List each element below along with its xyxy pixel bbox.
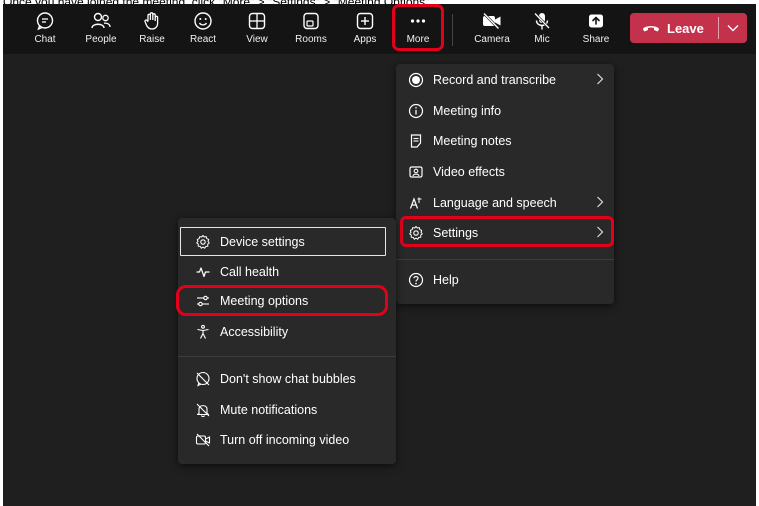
submenu-item-call-health[interactable]: Call health <box>195 257 390 287</box>
menu-item-language[interactable]: Language and speech <box>408 188 614 218</box>
chevron-right-icon <box>596 196 604 208</box>
menu-item-help[interactable]: Help <box>408 265 614 295</box>
bell-off-icon <box>195 402 211 418</box>
leave-button[interactable]: Leave <box>630 13 747 43</box>
gear-icon <box>408 225 424 241</box>
leave-options-button[interactable] <box>719 24 747 32</box>
rooms-icon <box>300 10 322 32</box>
accessibility-icon <box>195 324 211 340</box>
react-icon <box>192 10 214 32</box>
record-icon <box>408 72 424 88</box>
submenu-item-accessibility[interactable]: Accessibility <box>195 317 390 347</box>
language-icon <box>408 195 424 211</box>
leave-main-action[interactable]: Leave <box>630 13 718 43</box>
react-button[interactable]: React <box>180 4 226 54</box>
raise-hand-button[interactable]: Raise <box>129 4 175 54</box>
video-effects-icon <box>408 164 424 180</box>
rooms-button[interactable]: Rooms <box>288 4 334 54</box>
menu-item-record[interactable]: Record and transcribe <box>408 65 614 95</box>
submenu-item-meeting-options[interactable]: Meeting options <box>195 286 390 316</box>
submenu-item-chat-bubbles[interactable]: Don't show chat bubbles <box>195 364 390 394</box>
submenu-item-incoming-video[interactable]: Turn off incoming video <box>195 425 390 455</box>
mic-button[interactable]: Mic <box>519 4 565 54</box>
more-icon <box>407 10 429 32</box>
menu-divider <box>178 356 396 357</box>
menu-item-video-effects[interactable]: Video effects <box>408 157 614 187</box>
chevron-right-icon <box>596 226 604 238</box>
settings-submenu: Device settings Call health Meeting opti… <box>178 218 396 464</box>
camera-off-icon <box>481 10 503 32</box>
more-button[interactable]: More <box>395 4 441 54</box>
video-off-icon <box>195 432 211 448</box>
raise-hand-icon <box>141 10 163 32</box>
view-icon <box>246 10 268 32</box>
mic-off-icon <box>531 10 553 32</box>
chat-bubble-off-icon <box>195 371 211 387</box>
menu-item-settings[interactable]: Settings <box>408 218 614 248</box>
chat-button[interactable]: Chat <box>22 4 68 54</box>
menu-item-meeting-info[interactable]: Meeting info <box>408 96 614 126</box>
sliders-icon <box>195 293 211 309</box>
submenu-item-mute-notifications[interactable]: Mute notifications <box>195 395 390 425</box>
menu-item-meeting-notes[interactable]: Meeting notes <box>408 126 614 156</box>
submenu-item-device-settings[interactable]: Device settings <box>195 227 390 257</box>
gear-icon <box>195 234 211 250</box>
phone-hangup-icon <box>642 22 660 34</box>
meeting-toolbar: Chat People Raise React View Rooms Apps … <box>3 4 756 54</box>
share-button[interactable]: Share <box>573 4 619 54</box>
chat-icon <box>34 10 56 32</box>
view-button[interactable]: View <box>234 4 280 54</box>
notes-icon <box>408 133 424 149</box>
menu-divider <box>396 259 614 260</box>
info-icon <box>408 103 424 119</box>
share-icon <box>585 10 607 32</box>
people-icon <box>90 10 112 32</box>
toolbar-divider <box>452 14 453 46</box>
more-menu: Record and transcribe Meeting info Meeti… <box>396 64 614 304</box>
camera-button[interactable]: Camera <box>469 4 515 54</box>
call-health-icon <box>195 264 211 280</box>
chevron-right-icon <box>596 73 604 85</box>
apps-button[interactable]: Apps <box>342 4 388 54</box>
apps-icon <box>354 10 376 32</box>
people-button[interactable]: People <box>78 4 124 54</box>
chevron-down-icon <box>727 24 739 32</box>
help-icon <box>408 272 424 288</box>
